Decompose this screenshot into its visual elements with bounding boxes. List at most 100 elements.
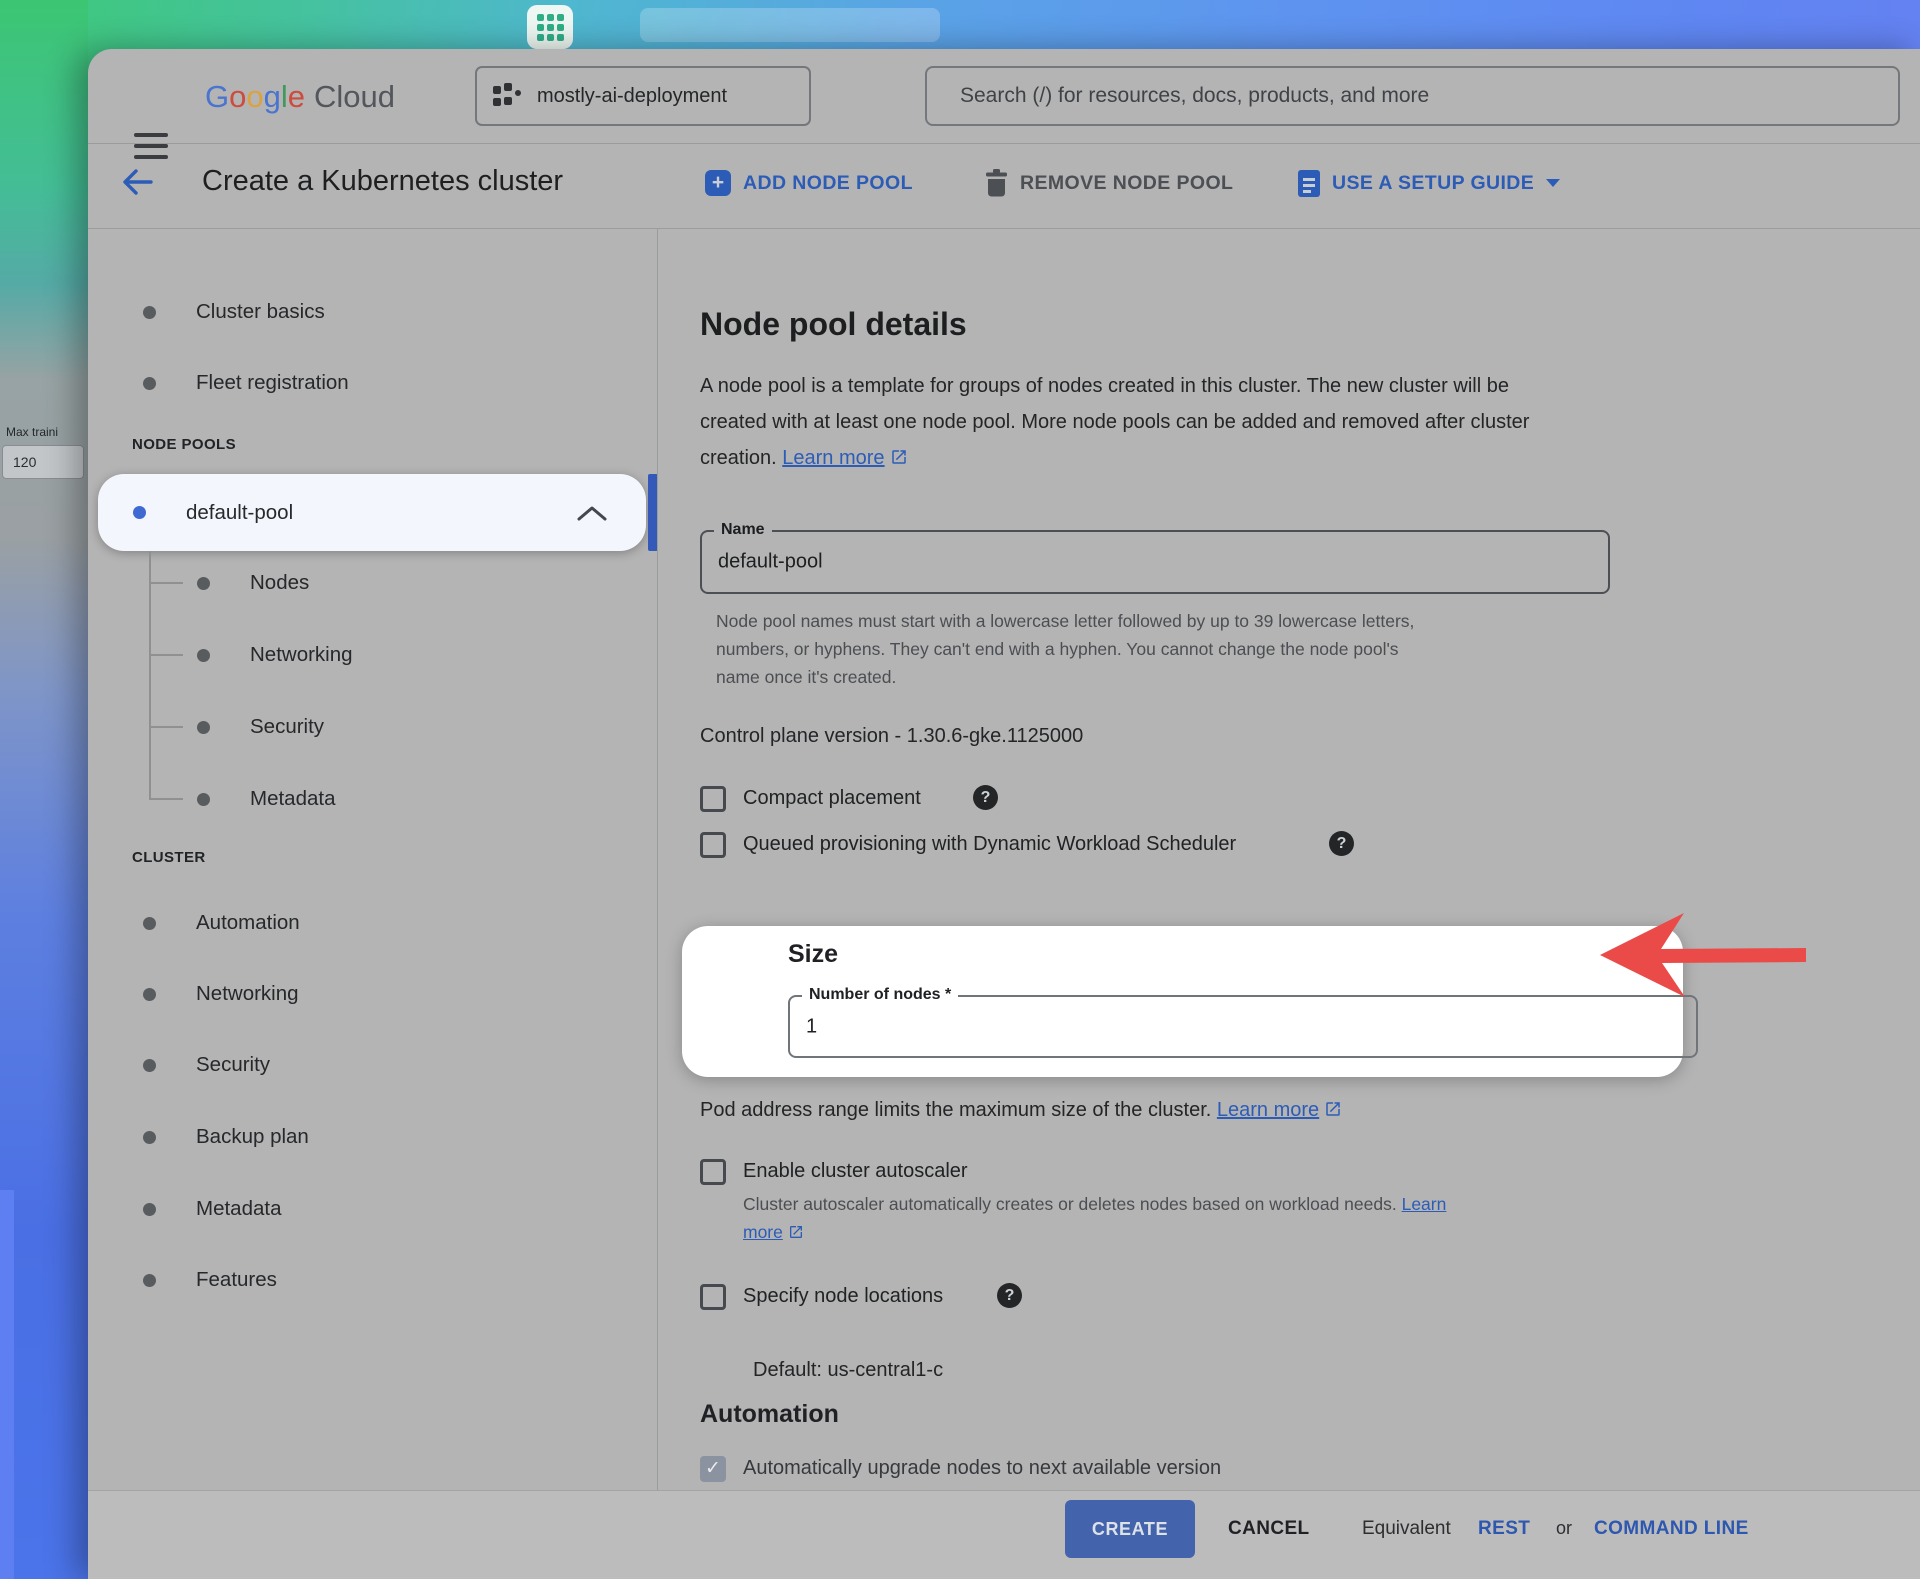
tree-line bbox=[149, 798, 183, 800]
pod-learn-more-link[interactable]: Learn more bbox=[1217, 1099, 1319, 1121]
size-section-spotlight: Size Number of nodes * 1 bbox=[682, 926, 1683, 1077]
name-field-label: Name bbox=[714, 521, 772, 539]
sidebar-item-fleet-registration[interactable]: Fleet registration bbox=[143, 366, 349, 400]
cancel-button[interactable]: CANCEL bbox=[1228, 1518, 1310, 1540]
sidebar-item-cluster-basics[interactable]: Cluster basics bbox=[143, 295, 325, 329]
sidebar-item-backup-plan[interactable]: Backup plan bbox=[143, 1120, 309, 1154]
search-input[interactable]: Search (/) for resources, docs, products… bbox=[925, 66, 1900, 126]
name-field[interactable]: Name default-pool bbox=[700, 530, 1610, 594]
step-dot-icon bbox=[143, 1059, 156, 1072]
equivalent-label: Equivalent bbox=[1362, 1518, 1451, 1540]
external-link-icon bbox=[788, 1220, 804, 1248]
topbar-divider bbox=[88, 143, 1920, 144]
size-heading: Size bbox=[788, 940, 838, 969]
hamburger-menu-icon[interactable] bbox=[134, 133, 168, 159]
sidebar-item-metadata[interactable]: Metadata bbox=[143, 1192, 281, 1226]
create-button[interactable]: CREATE bbox=[1065, 1500, 1195, 1558]
document-icon bbox=[1298, 170, 1320, 197]
step-dot-icon bbox=[197, 793, 210, 806]
tree-line bbox=[149, 551, 151, 800]
compact-placement-row: Compact placement bbox=[700, 785, 921, 812]
automation-heading: Automation bbox=[700, 1400, 839, 1429]
logo-letter: G bbox=[205, 79, 229, 115]
step-dot-icon-active bbox=[133, 506, 146, 519]
search-placeholder: Search (/) for resources, docs, products… bbox=[960, 84, 1429, 108]
compact-placement-checkbox[interactable] bbox=[700, 786, 726, 812]
step-dot-icon bbox=[143, 1274, 156, 1287]
plus-icon: + bbox=[705, 170, 731, 196]
compact-placement-help-icon[interactable]: ? bbox=[973, 785, 998, 810]
background-blue-bar bbox=[0, 1190, 14, 1579]
number-of-nodes-label: Number of nodes * bbox=[802, 986, 958, 1004]
google-cloud-logo: Google Cloud bbox=[205, 77, 395, 117]
back-arrow-icon[interactable] bbox=[116, 161, 160, 203]
background-max-training-label: Max traini bbox=[6, 425, 86, 439]
use-setup-guide-button[interactable]: USE A SETUP GUIDE bbox=[1298, 168, 1560, 198]
number-of-nodes-field[interactable]: Number of nodes * 1 bbox=[788, 995, 1698, 1058]
sidebar-item-pool-security[interactable]: Security bbox=[197, 710, 324, 744]
footer-bar: CREATE CANCEL Equivalent REST or COMMAND… bbox=[88, 1490, 1920, 1579]
sidebar-item-pool-networking[interactable]: Networking bbox=[197, 638, 353, 672]
cluster-autoscaler-row: Enable cluster autoscaler bbox=[700, 1158, 968, 1185]
sidebar-item-default-pool[interactable]: default-pool bbox=[98, 474, 646, 551]
screen: Max traini 120 Google Cloud mostly-ai-de… bbox=[0, 0, 1920, 1579]
project-name: mostly-ai-deployment bbox=[537, 85, 727, 108]
grid-icon bbox=[537, 14, 564, 41]
node-locations-help-icon[interactable]: ? bbox=[997, 1283, 1022, 1308]
tree-line bbox=[149, 726, 183, 728]
sidebar-item-features[interactable]: Features bbox=[143, 1263, 277, 1297]
step-dot-icon bbox=[143, 917, 156, 930]
step-dot-icon bbox=[143, 1203, 156, 1216]
logo-cloud-word: Cloud bbox=[314, 79, 395, 115]
remove-node-pool-button[interactable]: REMOVE NODE POOL bbox=[985, 168, 1233, 198]
app-launcher-chip bbox=[527, 5, 573, 49]
queued-provisioning-help-icon[interactable]: ? bbox=[1329, 831, 1354, 856]
sidebar-item-automation[interactable]: Automation bbox=[143, 906, 300, 940]
sidebar-item-pool-metadata[interactable]: Metadata bbox=[197, 782, 335, 816]
add-node-pool-button[interactable]: + ADD NODE POOL bbox=[705, 168, 913, 198]
sidebar-section-cluster: CLUSTER bbox=[132, 849, 206, 866]
page-title: Create a Kubernetes cluster bbox=[202, 165, 563, 198]
header-divider bbox=[88, 228, 1920, 229]
project-selector[interactable]: mostly-ai-deployment bbox=[475, 66, 811, 126]
cluster-autoscaler-checkbox[interactable] bbox=[700, 1159, 726, 1185]
content-title: Node pool details bbox=[700, 306, 967, 343]
command-line-link[interactable]: COMMAND LINE bbox=[1594, 1518, 1749, 1540]
sidebar-section-node-pools: NODE POOLS bbox=[132, 436, 236, 453]
rest-link[interactable]: REST bbox=[1478, 1518, 1530, 1540]
step-dot-icon bbox=[143, 1131, 156, 1144]
background-max-training-value: 120 bbox=[2, 445, 84, 479]
external-link-icon bbox=[1324, 1094, 1342, 1130]
name-help-text: Node pool names must start with a lowerc… bbox=[716, 607, 1446, 691]
default-location-text: Default: us-central1-c bbox=[753, 1352, 943, 1388]
chevron-up-icon[interactable] bbox=[575, 504, 609, 522]
step-dot-icon bbox=[143, 377, 156, 390]
red-arrow-annotation bbox=[1592, 906, 1812, 1006]
specify-node-locations-checkbox[interactable] bbox=[700, 1284, 726, 1310]
auto-upgrade-checkbox[interactable]: ✓ bbox=[700, 1456, 726, 1482]
specify-node-locations-row: Specify node locations bbox=[700, 1283, 943, 1310]
queued-provisioning-checkbox[interactable] bbox=[700, 832, 726, 858]
pod-address-note: Pod address range limits the maximum siz… bbox=[700, 1092, 1342, 1130]
trash-icon bbox=[985, 169, 1008, 197]
control-plane-version: Control plane version - 1.30.6-gke.11250… bbox=[700, 718, 1083, 754]
background-toolbar-shape bbox=[640, 8, 940, 42]
sidebar-content-divider bbox=[657, 229, 658, 1490]
chevron-down-icon bbox=[1546, 179, 1560, 187]
number-of-nodes-value: 1 bbox=[806, 1015, 817, 1038]
tree-line bbox=[149, 654, 183, 656]
name-field-value: default-pool bbox=[718, 551, 823, 574]
sidebar-item-security[interactable]: Security bbox=[143, 1048, 270, 1082]
step-dot-icon bbox=[143, 306, 156, 319]
step-dot-icon bbox=[197, 577, 210, 590]
sidebar-item-networking[interactable]: Networking bbox=[143, 977, 299, 1011]
queued-provisioning-row: Queued provisioning with Dynamic Workloa… bbox=[700, 831, 1236, 858]
or-label: or bbox=[1556, 1518, 1572, 1539]
project-icon bbox=[493, 83, 523, 109]
auto-upgrade-row: ✓ Automatically upgrade nodes to next av… bbox=[700, 1455, 1221, 1482]
learn-more-link[interactable]: Learn more bbox=[782, 447, 884, 469]
external-link-icon bbox=[890, 442, 908, 478]
tree-line bbox=[149, 582, 183, 584]
cloud-console-window: Google Cloud mostly-ai-deployment Search… bbox=[88, 49, 1920, 1579]
sidebar-item-nodes[interactable]: Nodes bbox=[197, 566, 309, 600]
